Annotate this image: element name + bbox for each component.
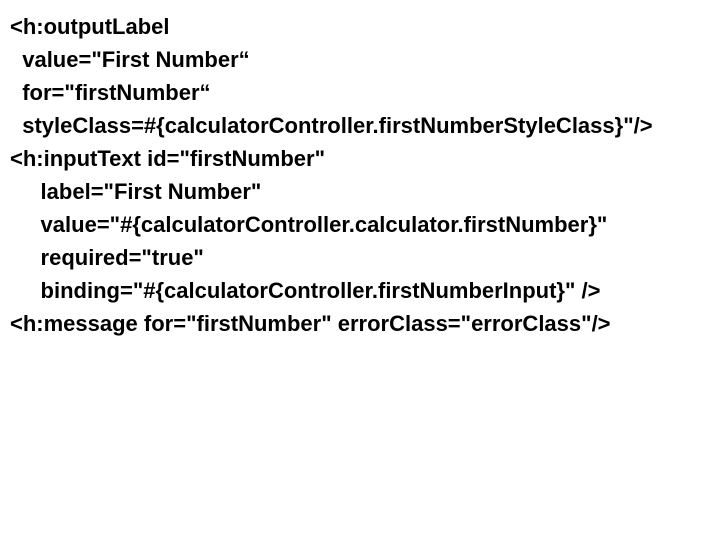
code-line-7: label="First Number"	[10, 175, 710, 208]
code-line-10: binding="#{calculatorController.firstNum…	[10, 274, 710, 307]
code-line-12: <h:message for="firstNumber" errorClass=…	[10, 307, 710, 340]
code-line-1: <h:outputLabel	[10, 10, 710, 43]
code-line-4: styleClass=#{calculatorController.firstN…	[10, 109, 710, 142]
code-line-9: required="true"	[10, 241, 710, 274]
code-line-3: for="firstNumber“	[10, 76, 710, 109]
code-line-8: value="#{calculatorController.calculator…	[10, 208, 710, 241]
code-line-6: <h:inputText id="firstNumber"	[10, 142, 710, 175]
code-line-2: value="First Number“	[10, 43, 710, 76]
